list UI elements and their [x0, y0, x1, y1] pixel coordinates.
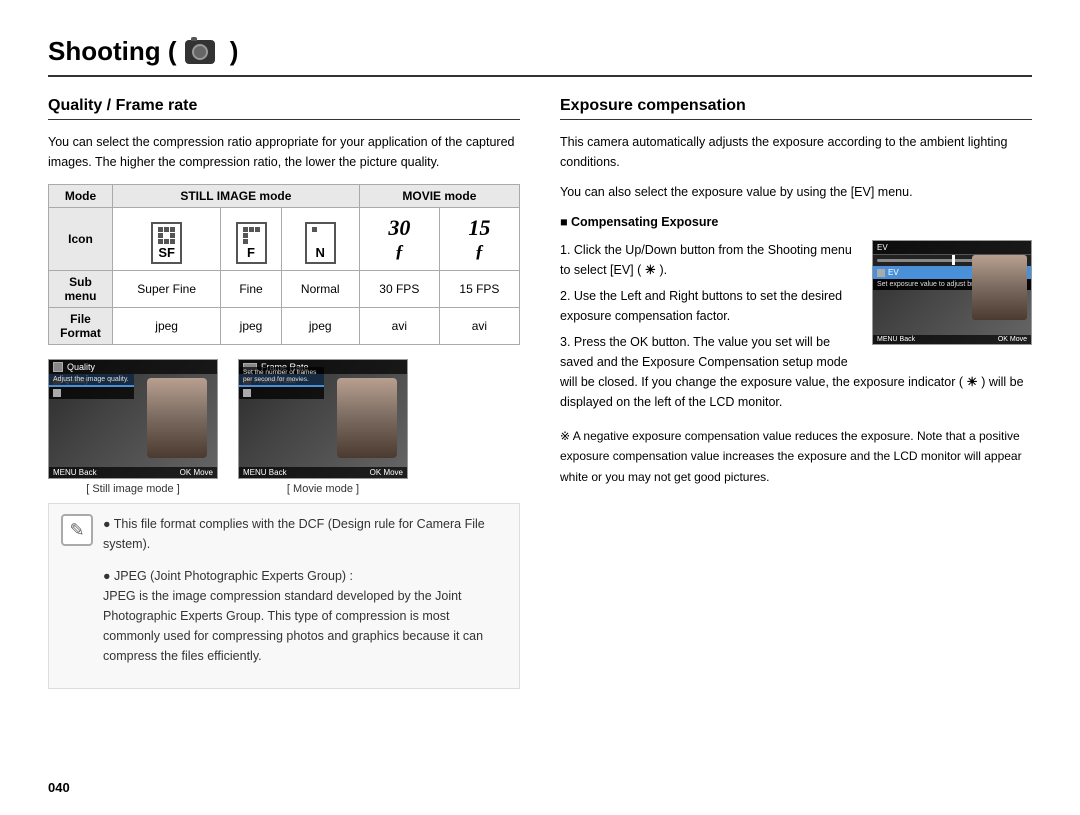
ev-person — [972, 255, 1027, 320]
f-label: F — [247, 246, 255, 259]
table-cell-30fps: 30 FPS — [359, 271, 439, 308]
still-back-label: MENU Back — [53, 468, 97, 477]
right-column: Exposure compensation This camera automa… — [560, 97, 1032, 689]
right-intro1: This camera automatically adjusts the ex… — [560, 132, 1032, 172]
note-icon: ✎ — [61, 514, 93, 546]
camera-icon — [185, 40, 215, 64]
left-section-title: Quality / Frame rate — [48, 97, 520, 120]
note-bullet-2: ● JPEG (Joint Photographic Experts Group… — [103, 566, 507, 666]
ev-menu-label: EV — [888, 268, 899, 277]
ev-bottom-bar: MENU Back OK Move — [873, 335, 1031, 344]
table-cell-fine: Fine — [221, 271, 281, 308]
sf-label: SF — [158, 246, 175, 259]
ev-move-label: OK Move — [998, 336, 1027, 343]
n-label: N — [316, 246, 325, 259]
right-intro2: You can also select the exposure value b… — [560, 182, 1032, 202]
table-header-movie: MOVIE mode — [359, 185, 519, 208]
screenshots-row: Quality Quality Adjust the image — [48, 359, 520, 495]
movie-caption: [ Movie mode ] — [287, 483, 359, 495]
note-bullet-1: ● This file format complies with the DCF… — [103, 514, 507, 554]
table-row-icon: Icon — [49, 208, 520, 271]
movie-move-label: OK Move — [370, 468, 403, 477]
30fps-icon-text: 30ƒ — [388, 215, 410, 262]
two-col-layout: Quality / Frame rate You can select the … — [48, 97, 1032, 689]
movie-person — [337, 378, 397, 458]
still-top-icon — [53, 362, 63, 372]
still-move-label: OK Move — [180, 468, 213, 477]
title-bracket: ) — [223, 36, 239, 67]
table-cell-avi2: avi — [439, 308, 519, 345]
still-top-label: Quality — [67, 362, 95, 372]
table-header-still: STILL IMAGE mode — [113, 185, 360, 208]
page-number: 040 — [48, 780, 70, 795]
table-cell-super-fine: Super Fine — [113, 271, 221, 308]
ev-back-label: MENU Back — [877, 336, 915, 343]
left-description: You can select the compression ratio app… — [48, 132, 520, 172]
title-divider — [48, 75, 1032, 77]
ev-slider-thumb — [952, 255, 955, 265]
table-cell-jpeg3: jpeg — [281, 308, 359, 345]
page-title: Shooting ( ) — [48, 36, 1032, 67]
table-cell-icon-label: Icon — [49, 208, 113, 271]
table-cell-jpeg1: jpeg — [113, 308, 221, 345]
table-row-submenu: Sub menu Super Fine Fine Normal 30 FPS 1… — [49, 271, 520, 308]
step-3-text: 3. Press the OK button. The value you se… — [560, 335, 1024, 409]
still-desc-bar: Adjust the image quality. — [49, 374, 134, 385]
movie-mode-screenshot: Frame Rate Frame Rate Set the number of … — [238, 359, 408, 479]
step-1-text: 1. Click the Up/Down button from the Sho… — [560, 243, 852, 277]
ev-screenshot: EV EV Set exposure value to adjust brigh… — [872, 240, 1032, 345]
movie-bottom-bar: MENU Back OK Move — [239, 467, 407, 478]
note-star: ※ A negative exposure compensation value… — [560, 426, 1032, 487]
note-text: ● This file format complies with the DCF… — [103, 514, 507, 678]
table-header-mode: Mode — [49, 185, 113, 208]
ev-menu-icon — [877, 269, 885, 277]
title-text: Shooting ( — [48, 36, 177, 67]
table-cell-jpeg2: jpeg — [221, 308, 281, 345]
ev-label: EV — [877, 243, 888, 252]
movie-menu-icon2 — [243, 389, 251, 397]
table-cell-submenu-label: Sub menu — [49, 271, 113, 308]
left-column: Quality / Frame rate You can select the … — [48, 97, 520, 689]
page: Shooting ( ) Quality / Frame rate You ca… — [0, 0, 1080, 815]
table-cell-format-label: FileFormat — [49, 308, 113, 345]
still-menu-item2 — [49, 387, 134, 399]
ev-top-bar: EV — [873, 241, 1031, 254]
movie-back-label: MENU Back — [243, 468, 287, 477]
still-menu-icon2 — [53, 389, 61, 397]
still-mode-screenshot-wrap: Quality Quality Adjust the image — [48, 359, 218, 495]
table-cell-sf-icon: SF — [113, 208, 221, 271]
table-cell-30fps-icon: 30ƒ — [359, 208, 439, 271]
still-mode-screenshot: Quality Quality Adjust the image — [48, 359, 218, 479]
table-cell-15fps: 15 FPS — [439, 271, 519, 308]
movie-desc-bar: Set the number of frames per second for … — [239, 367, 324, 385]
still-person — [147, 378, 207, 458]
movie-mode-screenshot-wrap: Frame Rate Frame Rate Set the number of … — [238, 359, 408, 495]
table-cell-normal: Normal — [281, 271, 359, 308]
still-bottom-bar: MENU Back OK Move — [49, 467, 217, 478]
quality-table: Mode STILL IMAGE mode MOVIE mode Icon — [48, 184, 520, 345]
15fps-icon-text: 15ƒ — [468, 215, 490, 262]
table-cell-avi1: avi — [359, 308, 439, 345]
table-cell-f-icon: F — [221, 208, 281, 271]
table-cell-15fps-icon: 15ƒ — [439, 208, 519, 271]
still-top-bar: Quality — [49, 360, 217, 374]
note-box: ✎ ● This file format complies with the D… — [48, 503, 520, 689]
still-caption: [ Still image mode ] — [86, 483, 180, 495]
movie-menu: Frame Rate Set the number of frames per … — [239, 374, 324, 399]
still-menu: Quality Adjust the image quality. — [49, 374, 134, 399]
movie-menu-item2 — [239, 387, 324, 399]
compensating-label: ■ Compensating Exposure — [560, 212, 1032, 232]
table-cell-n-icon: N — [281, 208, 359, 271]
step-2-text: 2. Use the Left and Right buttons to set… — [560, 289, 842, 323]
table-row-format: FileFormat jpeg jpeg jpeg avi avi — [49, 308, 520, 345]
right-section-title: Exposure compensation — [560, 97, 1032, 120]
